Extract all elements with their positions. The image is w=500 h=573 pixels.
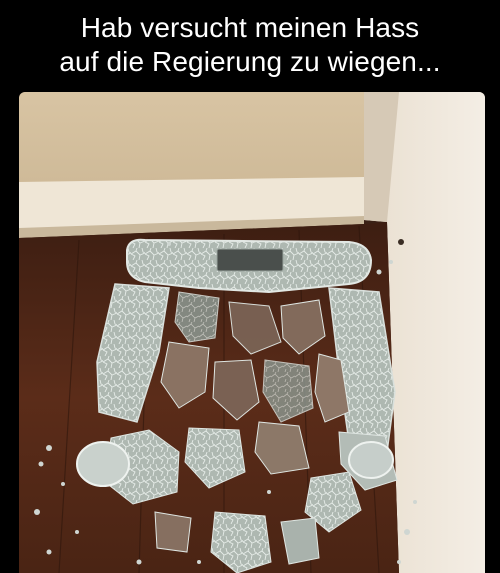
cabinet-hole bbox=[398, 239, 404, 245]
broken-scale-photo bbox=[19, 92, 485, 573]
meme-caption: Hab versucht meinen Hass auf die Regieru… bbox=[59, 12, 441, 77]
scale-display-icon bbox=[216, 248, 284, 272]
scale-foot bbox=[348, 441, 394, 479]
meme-caption-bar: Hab versucht meinen Hass auf die Regieru… bbox=[0, 0, 500, 90]
scale-foot bbox=[76, 441, 130, 487]
meme-photo bbox=[19, 92, 485, 573]
